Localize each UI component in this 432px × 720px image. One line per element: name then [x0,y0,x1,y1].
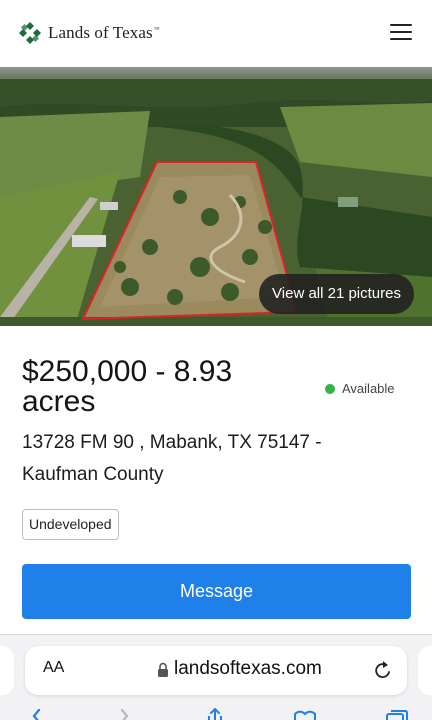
logo-mark-icon [19,22,41,44]
listing-price-title: $250,000 - 8.93 acres [22,355,233,418]
bookmarks-icon[interactable] [292,708,318,720]
previous-tab-preview[interactable] [0,646,14,695]
brand-name: Lands of Texas™ [48,23,160,42]
message-button[interactable]: Message [22,564,411,619]
availability-status: Available [325,381,395,396]
menu-line [390,24,412,26]
menu-line [390,31,412,33]
status-dot-icon [325,383,335,394]
hamburger-menu-icon[interactable] [390,24,412,42]
trademark-mark: ™ [153,27,160,34]
address-bar[interactable]: AA landsoftexas.com [25,646,407,695]
text-size-button[interactable]: AA [43,659,64,677]
tabs-icon[interactable] [384,708,410,720]
lock-icon [158,662,168,677]
listing-address: 13728 FM 90 , Mabank, TX 75147 - Kaufman… [22,432,322,485]
url-text[interactable]: landsoftexas.com [174,658,322,680]
reload-icon[interactable] [373,659,393,681]
back-icon[interactable] [24,708,50,720]
menu-line [390,38,412,40]
next-tab-preview[interactable] [418,646,432,695]
property-type-tag: Undeveloped [22,509,119,540]
share-icon[interactable] [202,708,228,720]
view-all-pictures-button[interactable]: View all 21 pictures [259,274,414,314]
forward-icon[interactable] [112,708,138,720]
status-label: Available [342,381,395,396]
site-header: Lands of Texas™ [0,0,432,67]
brand-logo[interactable]: Lands of Texas™ [18,21,160,45]
browser-toolbar: AA landsoftexas.com [0,634,432,720]
